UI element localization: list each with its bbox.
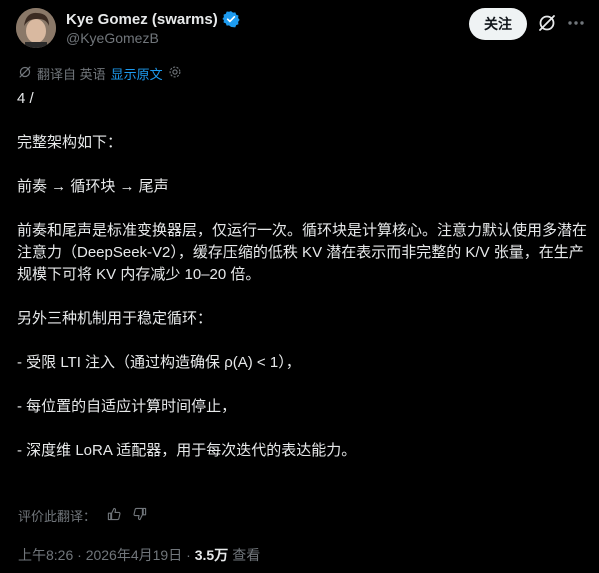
more-options-icon[interactable] — [566, 13, 586, 33]
author-name-row[interactable]: Kye Gomez (swarms) — [66, 10, 240, 28]
rate-translation-row: 评价此翻译： — [18, 506, 148, 525]
grok-icon[interactable] — [537, 13, 557, 33]
view-count-suffix: 查看 — [232, 547, 261, 563]
tweet-paragraph: - 每位置的自适应计算时间停止， — [17, 398, 237, 415]
tweet-paragraph: 完整架构如下： — [17, 134, 123, 151]
thumbs-up-icon[interactable] — [106, 506, 122, 525]
author-name[interactable]: Kye Gomez (swarms) — [66, 11, 218, 28]
tweet-paragraph: - 深度维 LoRA 适配器，用于每次迭代的表达能力。 — [17, 442, 357, 459]
tweet-paragraph: 前奏和尾声是标准变换器层，仅运行一次。循环块是计算核心。注意力默认使用多潜在注意… — [17, 222, 588, 283]
tweet-paragraph: 前奏 → 循环块 → 尾声 — [17, 178, 169, 195]
view-count: 3.5万 — [194, 547, 229, 563]
show-original-link[interactable]: 显示原文 — [111, 64, 163, 83]
timestamp[interactable]: 上午8:26 · 2026年4月19日 · — [18, 545, 191, 565]
settings-gear-icon[interactable] — [168, 65, 182, 82]
verified-badge-icon[interactable] — [222, 10, 240, 28]
avatar[interactable] — [16, 8, 56, 48]
rate-translation-label: 评价此翻译： — [18, 509, 97, 524]
tweet-text: 4 / 完整架构如下： 前奏 → 循环块 → 尾声 前奏和尾声是标准变换器层，仅… — [17, 88, 587, 462]
follow-button[interactable]: 关注 — [469, 8, 527, 40]
tweet-meta: 上午8:26 · 2026年4月19日 · 3.5万 查看 — [18, 545, 260, 565]
author-handle[interactable]: @KyeGomezB — [66, 30, 159, 46]
grok-icon — [18, 65, 32, 82]
translation-row: 翻译自 英语 显示原文 — [18, 64, 182, 83]
translation-source-label: 翻译自 英语 — [37, 67, 106, 82]
thumbs-down-icon[interactable] — [132, 506, 148, 525]
tweet-paragraph: - 受限 LTI 注入（通过构造确保 ρ(A) < 1）， — [17, 354, 301, 371]
tweet-paragraph: 另外三种机制用于稳定循环： — [17, 310, 213, 327]
tweet-paragraph: 4 / — [17, 90, 34, 107]
